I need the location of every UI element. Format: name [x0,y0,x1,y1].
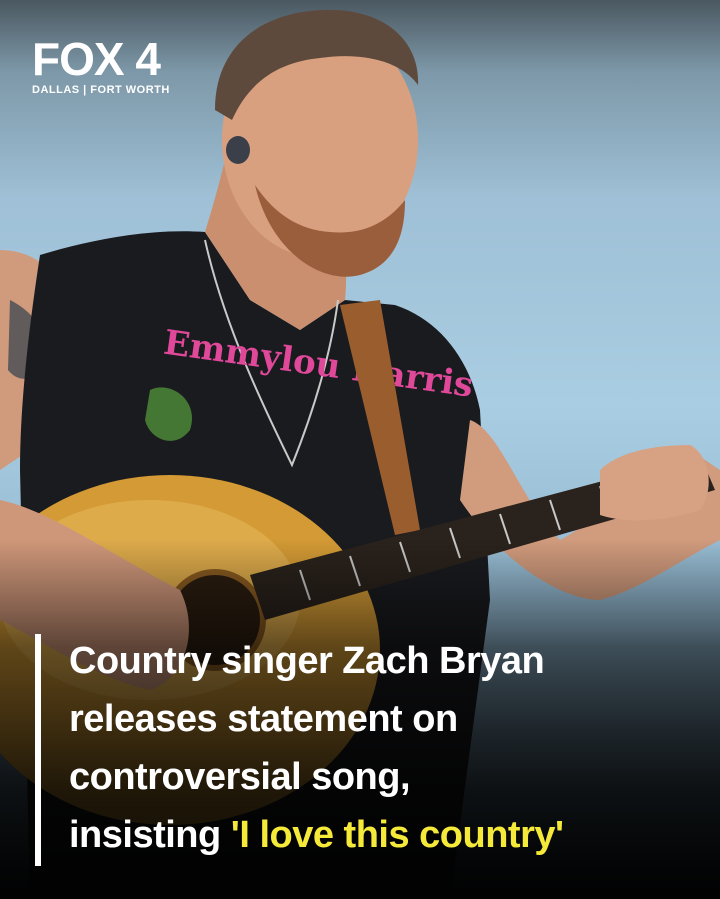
right-hand [600,445,709,521]
headline-quote: 'I love this country' [230,814,564,856]
in-ear-monitor [226,136,250,164]
logo-market: DALLAS | FORT WORTH [32,84,170,96]
headline-text: Country singer Zach Bryan releases state… [69,632,695,864]
headline-block: Country singer Zach Bryan releases state… [35,632,695,866]
story-card: Emmylou Harris FOX 4 DALLAS | FORT WORTH… [0,0,720,899]
logo-wordmark: FOX 4 [32,33,161,85]
headline-line-4: insisting 'I love this country' [69,806,695,864]
headline-line-2: releases statement on [69,698,458,740]
station-logo: FOX 4 DALLAS | FORT WORTH [32,36,170,96]
headline-accent-bar [35,634,41,866]
headline-line-1: Country singer Zach Bryan [69,640,545,682]
headline-line-3: controversial song, [69,756,411,798]
headline-line-4-prefix: insisting [69,814,231,856]
